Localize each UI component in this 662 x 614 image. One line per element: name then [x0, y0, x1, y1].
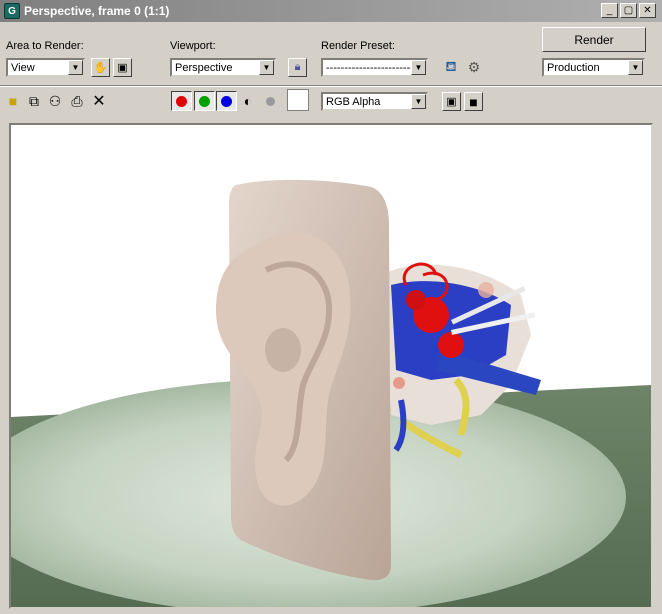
environment-button[interactable]: ⛾	[442, 58, 460, 76]
alpha-icon	[265, 96, 275, 106]
viewport-label: Viewport:	[170, 40, 216, 52]
green-channel-button[interactable]	[194, 91, 215, 111]
copy-button[interactable]: ⧉	[25, 92, 43, 110]
render-button[interactable]: Render	[542, 27, 646, 52]
window-title: Perspective, frame 0 (1:1)	[24, 4, 170, 18]
print-button[interactable]: ⎙	[68, 92, 86, 110]
area-to-render-select[interactable]: View ▼	[6, 58, 85, 77]
save-icon: ■	[8, 93, 18, 109]
area-to-render-value: View	[11, 61, 35, 74]
render-setup-button[interactable]: ⚙	[465, 58, 483, 76]
render-mode-select[interactable]: Production ▼	[542, 58, 645, 77]
clone-icon: ⚇	[48, 92, 62, 109]
clone-button[interactable]: ⚇	[46, 92, 64, 110]
render-preset-value: ---------------------------	[326, 61, 411, 74]
minimize-button[interactable]: _	[601, 3, 618, 18]
clear-button[interactable]: ✕	[90, 92, 108, 110]
edit-region-button[interactable]: ✋	[91, 58, 110, 77]
copy-icon: ⧉	[29, 92, 39, 109]
channel-display-select[interactable]: RGB Alpha ▼	[321, 92, 428, 111]
mono-icon: ◐	[243, 93, 253, 109]
hand-icon: ✋	[93, 62, 108, 74]
blue-channel-icon	[221, 95, 232, 107]
alpha-button[interactable]	[261, 92, 279, 110]
region-icon: ▣	[117, 62, 128, 74]
green-channel-icon	[199, 95, 210, 107]
viewport-select[interactable]: Perspective ▼	[170, 58, 276, 77]
teapot-icon: ⛾	[445, 57, 457, 74]
window-icon: ▣	[446, 96, 457, 108]
chevron-down-icon: ▼	[259, 60, 274, 75]
chevron-down-icon: ▼	[68, 60, 83, 75]
toolbar-separator	[0, 85, 662, 87]
viewport-value: Perspective	[175, 61, 233, 74]
gear-icon: ⚙	[467, 58, 481, 75]
print-icon: ⎙	[71, 92, 83, 109]
display-icon: ■	[469, 93, 478, 110]
save-button[interactable]: ■	[4, 92, 22, 110]
app-icon: G	[4, 3, 20, 19]
red-channel-icon	[176, 95, 187, 107]
maximize-button[interactable]: ▢	[620, 3, 637, 18]
chevron-down-icon: ▼	[628, 60, 643, 75]
render-viewport[interactable]	[9, 123, 653, 609]
clear-icon: ✕	[92, 93, 106, 110]
display-toggle-button[interactable]: ■	[464, 92, 483, 111]
channel-display-value: RGB Alpha	[326, 95, 381, 108]
red-channel-button[interactable]	[171, 91, 192, 111]
blue-channel-button[interactable]	[216, 91, 237, 111]
render-preset-label: Render Preset:	[321, 40, 395, 52]
rendered-ear-image	[11, 125, 651, 607]
lock-viewport-button[interactable]: 🔒︎	[288, 58, 307, 77]
auto-region-button[interactable]: ▣	[113, 58, 132, 77]
chevron-down-icon: ▼	[411, 94, 426, 109]
split-view-button[interactable]: ▣	[442, 92, 461, 111]
lock-icon: 🔒︎	[294, 61, 301, 73]
title-bar: G Perspective, frame 0 (1:1) _ ▢ ✕	[0, 0, 662, 22]
mono-button[interactable]: ◐	[239, 92, 257, 110]
chevron-down-icon: ▼	[411, 60, 426, 75]
render-mode-value: Production	[547, 61, 600, 74]
render-preset-select[interactable]: --------------------------- ▼	[321, 58, 428, 77]
area-to-render-label: Area to Render:	[6, 40, 84, 52]
close-button[interactable]: ✕	[639, 3, 656, 18]
color-swatch[interactable]	[287, 89, 309, 111]
